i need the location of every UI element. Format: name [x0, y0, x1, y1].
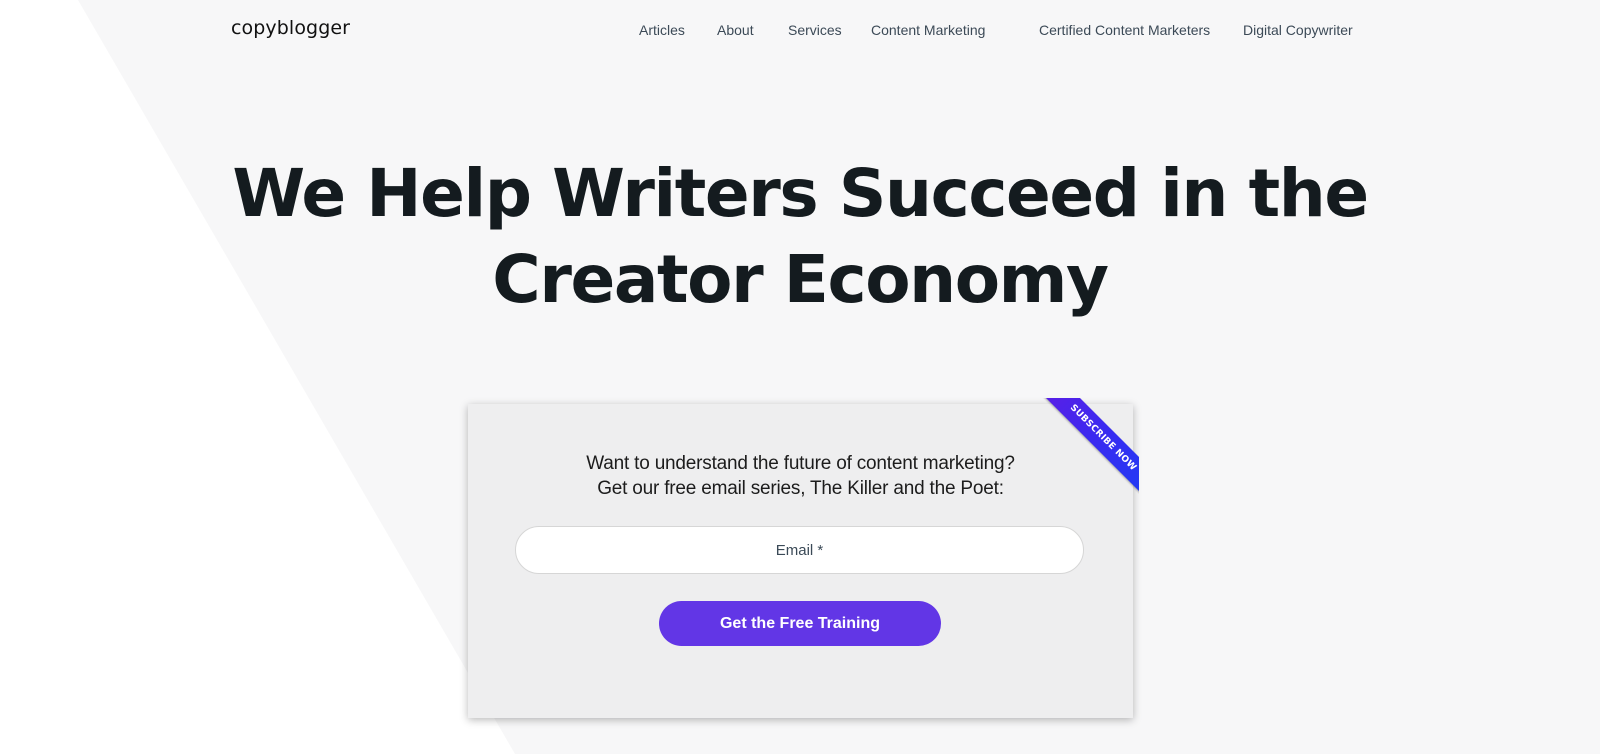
- signup-card: SUBSCRIBE NOW Want to understand the fut…: [468, 398, 1139, 718]
- hero-heading-line-2: Creator Economy: [492, 241, 1109, 318]
- signup-description-line-1: Want to understand the future of content…: [586, 453, 1015, 474]
- subscribe-ribbon-corner: SUBSCRIBE NOW: [1036, 398, 1139, 494]
- nav-link-content-marketing[interactable]: Content Marketing: [871, 22, 985, 38]
- signup-description: Want to understand the future of content…: [468, 451, 1133, 501]
- nav-link-articles[interactable]: Articles: [639, 22, 685, 38]
- nav-link-services[interactable]: Services: [788, 22, 842, 38]
- get-free-training-button[interactable]: Get the Free Training: [659, 601, 941, 646]
- site-header: copyblogger Articles About Services Cont…: [0, 0, 1600, 62]
- site-logo[interactable]: copyblogger: [231, 17, 350, 39]
- nav-link-about[interactable]: About: [717, 22, 754, 38]
- hero-heading: We Help Writers Succeed in the Creator E…: [0, 151, 1600, 323]
- subscribe-ribbon: SUBSCRIBE NOW: [1041, 398, 1139, 494]
- nav-link-digital-copywriter[interactable]: Digital Copywriter: [1243, 22, 1353, 38]
- nav-link-certified-content-marketers[interactable]: Certified Content Marketers: [1039, 22, 1210, 38]
- hero-heading-line-1: We Help Writers Succeed in the: [232, 155, 1369, 232]
- signup-description-line-2: Get our free email series, The Killer an…: [597, 478, 1004, 499]
- email-input[interactable]: [515, 526, 1084, 574]
